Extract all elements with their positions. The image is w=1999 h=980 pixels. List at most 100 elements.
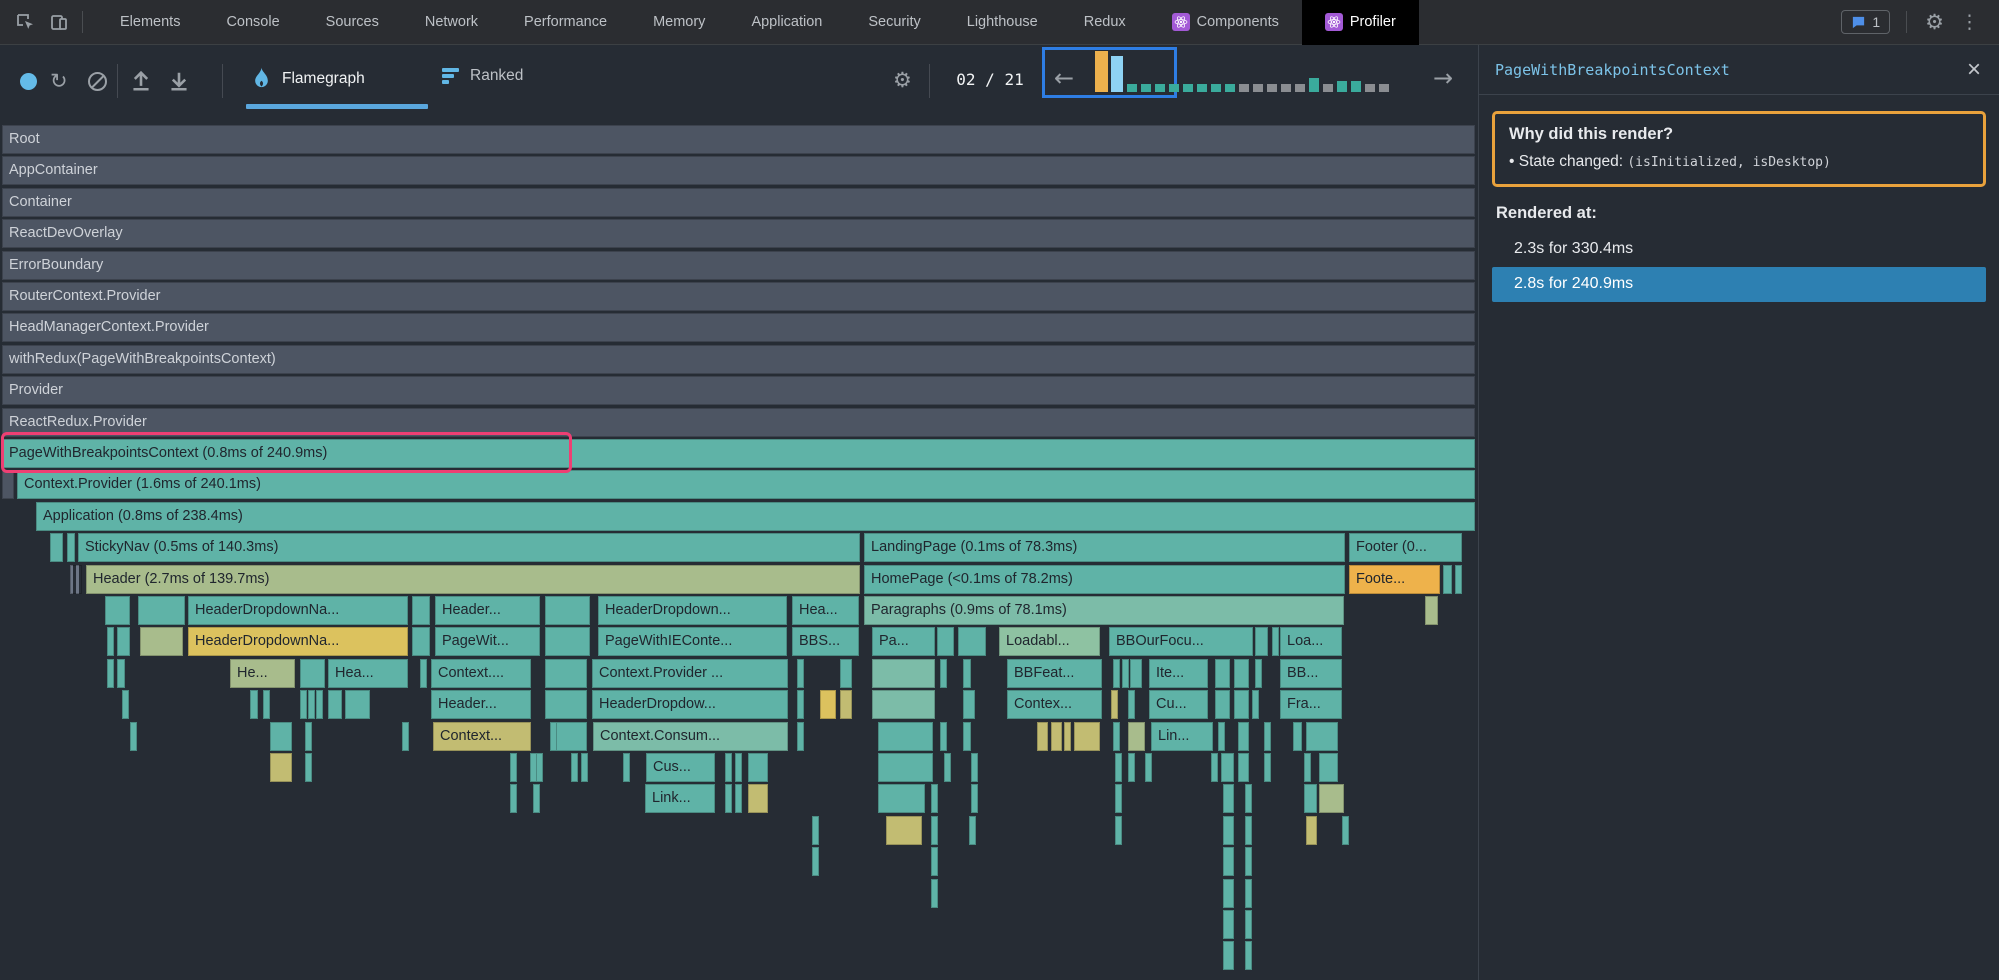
flame-bar[interactable] [1255,659,1262,688]
flame-bar-lin...[interactable]: Lin... [1151,722,1213,751]
flame-bar[interactable] [1425,596,1438,625]
flame-bar[interactable] [117,627,130,656]
flame-bar[interactable] [1245,816,1252,845]
flame-bar[interactable] [940,659,947,688]
flame-bar-headerdropdownna...[interactable]: HeaderDropdownNa... [188,596,408,625]
flame-bar-cu...[interactable]: Cu... [1149,690,1208,719]
flame-bar[interactable] [1234,690,1249,719]
flame-bar[interactable] [748,784,768,813]
flame-bar[interactable] [1128,753,1135,782]
flame-bar[interactable] [735,753,742,782]
flame-bar[interactable] [963,659,971,688]
flame-bar[interactable] [623,753,630,782]
commit-bar[interactable] [1295,84,1305,92]
flame-bar[interactable] [70,565,82,594]
flame-bar[interactable] [1215,659,1230,688]
flame-bar-contex...[interactable]: Contex... [1007,690,1102,719]
flame-bar-hea...[interactable]: Hea... [328,659,408,688]
flame-bar-paragraphs[interactable]: Paragraphs (0.9ms of 78.1ms) [864,596,1344,625]
flame-bar[interactable] [2,470,14,499]
flame-bar[interactable] [1264,753,1271,782]
flame-bar[interactable] [140,627,183,656]
flame-bar[interactable] [1234,659,1249,688]
flame-bar-context.provider[interactable]: Context.Provider ... [592,659,788,688]
tab-elements[interactable]: Elements [97,0,203,45]
commit-bar[interactable] [1183,84,1193,92]
flame-bar-container[interactable]: Container [2,188,1475,217]
reload-and-profile-icon[interactable]: ↻ [50,69,68,93]
flame-bar[interactable] [1064,722,1071,751]
flame-bar[interactable] [1211,753,1218,782]
flame-bar[interactable] [797,722,804,751]
flame-bar-headerdropdown...[interactable]: HeaderDropdown... [598,596,787,625]
flame-bar[interactable] [305,753,312,782]
flame-bar[interactable] [1074,722,1100,751]
flame-bar[interactable] [931,816,938,845]
flame-bar[interactable] [117,659,125,688]
flame-bar-reactdevoverlay[interactable]: ReactDevOverlay [2,219,1475,248]
flame-bar[interactable] [536,753,543,782]
flame-bar-headerdropdownna...[interactable]: HeaderDropdownNa... [188,627,408,656]
flame-bar[interactable] [533,784,540,813]
close-icon[interactable]: × [1967,58,1981,82]
flame-bar[interactable] [1245,847,1252,876]
tab-memory[interactable]: Memory [630,0,728,45]
tab-components[interactable]: Components [1149,0,1302,45]
flame-bar[interactable] [308,690,315,719]
flame-bar[interactable] [1304,784,1317,813]
flame-bar[interactable] [412,627,430,656]
flame-bar-header...[interactable]: Header... [435,596,540,625]
flame-bar-context.consum...[interactable]: Context.Consum... [593,722,788,751]
flame-bar[interactable] [412,596,430,625]
flame-bar[interactable] [1122,659,1129,688]
flame-bar[interactable] [1215,690,1230,719]
flame-bar[interactable] [872,690,935,719]
flame-bar-context.provider[interactable]: Context.Provider (1.6ms of 240.1ms) [17,470,1475,499]
flame-bar[interactable] [963,722,971,751]
flame-bar[interactable] [1306,722,1338,751]
flame-bar-landingpage[interactable]: LandingPage (0.1ms of 78.3ms) [864,533,1345,562]
flame-bar[interactable] [1238,722,1249,751]
tab-network[interactable]: Network [402,0,501,45]
flame-bar-pagewit...[interactable]: PageWit... [435,627,540,656]
commit-bar[interactable] [1239,84,1249,92]
export-profile-icon[interactable] [168,69,190,98]
flame-bar[interactable] [300,659,325,688]
settings-gear-icon[interactable]: ⚙ [1925,10,1944,34]
flame-bar[interactable] [510,784,517,813]
flame-bar-context...[interactable]: Context... [433,722,531,751]
flame-bar[interactable] [1113,722,1120,751]
flame-bar[interactable] [840,659,852,688]
flame-bar[interactable] [300,690,307,719]
commit-bar[interactable] [1379,84,1389,92]
flame-bar[interactable] [797,659,804,688]
flame-bar[interactable] [107,659,114,688]
flame-bar[interactable] [1111,690,1118,719]
flame-bar[interactable] [971,784,978,813]
flame-bar[interactable] [105,596,130,625]
flame-bar[interactable] [1252,690,1259,719]
tab-ranked[interactable]: Ranked [442,67,523,85]
render-item[interactable]: 2.3s for 330.4ms [1492,232,1986,267]
flame-bar[interactable] [971,753,978,782]
flame-bar-bb...[interactable]: BB... [1280,659,1342,688]
commit-bar[interactable] [1225,84,1235,92]
flame-bar[interactable] [420,659,427,688]
flame-bar[interactable] [571,753,578,782]
flame-bar[interactable] [1264,722,1271,751]
commit-bar[interactable] [1365,84,1375,92]
flame-bar[interactable] [1128,690,1135,719]
flame-bar[interactable] [1319,753,1338,782]
flame-bar[interactable] [812,847,819,876]
flame-bar[interactable] [886,816,922,845]
more-options-icon[interactable]: ⋮ [1954,11,1985,33]
flame-bar[interactable] [545,596,590,625]
flame-bar[interactable] [931,847,938,876]
flame-bar-routercontext.provider[interactable]: RouterContext.Provider [2,282,1475,311]
flame-bar[interactable] [581,753,588,782]
flame-bar[interactable] [748,753,768,782]
commit-bar[interactable] [1169,84,1179,92]
flame-bar[interactable] [820,690,836,719]
previous-commit-arrow[interactable]: ← [1054,64,1074,92]
flame-bar[interactable] [840,690,852,719]
